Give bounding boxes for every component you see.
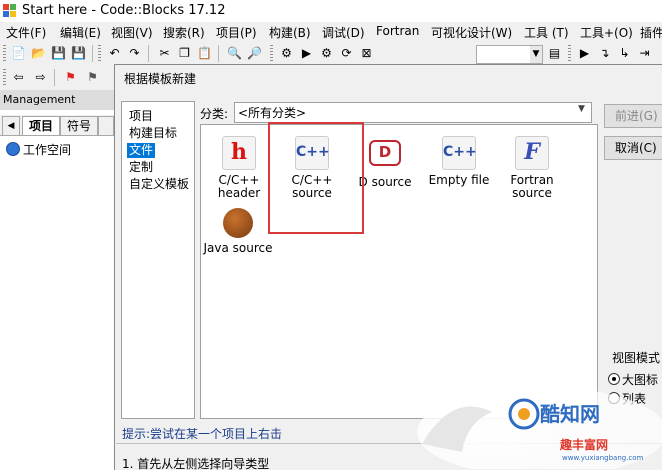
template-fortran-source[interactable]: F Fortran source (497, 136, 567, 200)
codeblocks-logo-icon (3, 4, 17, 18)
bookmark-icon[interactable]: ⚑ (62, 69, 79, 86)
workspace-tree-item[interactable]: 工作空间 (6, 141, 71, 158)
management-title: Management (3, 93, 76, 106)
tab-more[interactable] (98, 116, 114, 135)
next-button[interactable]: 前进(G) (604, 104, 662, 128)
tab-symbols[interactable]: 符号 (60, 116, 98, 135)
template-label-line1: Empty file (428, 173, 490, 187)
tab-projects[interactable]: 项目 (22, 116, 60, 135)
toolbar-grip[interactable] (270, 45, 273, 62)
paste-icon[interactable]: 📋 (196, 45, 213, 62)
build-run-icon[interactable]: ⚙ (318, 45, 335, 62)
abort-icon[interactable]: ⊠ (358, 45, 375, 62)
find-icon[interactable]: 🔍 (226, 45, 243, 62)
toolbar-separator (54, 69, 55, 86)
toolbar-grip[interactable] (568, 45, 571, 62)
new-file-icon[interactable]: 📄 (10, 45, 27, 62)
menu-build[interactable]: 构建(B) (269, 24, 311, 41)
chevron-down-icon[interactable]: ▼ (578, 104, 585, 114)
menu-bar: 文件(F) 编辑(E) 视图(V) 搜索(R) 项目(P) 构建(B) 调试(D… (0, 22, 662, 42)
menu-plugins[interactable]: 插件 (640, 24, 662, 41)
cut-icon[interactable]: ✂ (156, 45, 173, 62)
back-icon[interactable]: ⇦ (10, 69, 27, 86)
toolbar-combo[interactable] (476, 45, 532, 64)
template-label-line1: Java source (203, 241, 273, 255)
menu-tools-plus[interactable]: 工具+(O) (580, 24, 633, 41)
watermark-subtitle: 趣丰富网 (560, 438, 609, 452)
replace-icon[interactable]: 🔎 (246, 45, 263, 62)
open-icon[interactable]: 📂 (30, 45, 47, 62)
toolbar-separator (148, 45, 149, 62)
view-mode-label: 视图模式 (612, 351, 661, 365)
build-icon[interactable]: ⟳ (338, 45, 355, 62)
java-bean-icon (223, 208, 253, 238)
menu-fortran[interactable]: Fortran (376, 24, 419, 38)
template-cpp-header[interactable]: h C/C++ header (204, 136, 274, 200)
build-settings-icon[interactable]: ⚙ (278, 45, 295, 62)
copy-icon[interactable]: ❐ (176, 45, 193, 62)
toolbar-separator (218, 45, 219, 62)
d-source-icon: D (369, 140, 401, 166)
toolbar-grip[interactable] (98, 45, 101, 62)
template-label-line2: header (217, 186, 261, 200)
highlight-box (268, 122, 364, 234)
watermark-url: www.yuxiangbang.com (562, 454, 644, 462)
save-icon[interactable]: 💾 (50, 45, 67, 62)
category-list: 项目 构建目标 文件 定制 自定义模板 (121, 101, 195, 419)
menu-file[interactable]: 文件(F) (6, 24, 46, 41)
template-label-line2: source (512, 186, 552, 200)
forward-icon[interactable]: ⇨ (32, 69, 49, 86)
category-projects[interactable]: 项目 (127, 109, 155, 124)
bookmark-next-icon[interactable]: ⚑ (84, 69, 101, 86)
fortran-source-icon: F (515, 136, 549, 170)
window-title: Start here - Code::Blocks 17.12 (22, 3, 226, 18)
template-empty-file[interactable]: C++ Empty file (424, 136, 494, 187)
cancel-button[interactable]: 取消(C) (604, 136, 662, 160)
toolbar-grip[interactable] (3, 69, 6, 86)
dialog-hint: 提示:尝试在某一个项目上右击 (122, 427, 283, 441)
workspace-label: 工作空间 (23, 143, 72, 157)
menu-search[interactable]: 搜索(R) (163, 24, 205, 41)
menu-project[interactable]: 项目(P) (216, 24, 257, 41)
watermark-name: 酷知网 (540, 402, 600, 426)
category-select-value: <所有分类> (238, 106, 307, 120)
code-completion-icon[interactable]: ▤ (546, 45, 563, 62)
secondary-toolbar: ⇦ ⇨ ⚑ ⚑ (0, 66, 118, 90)
debug-next-icon[interactable]: ↴ (596, 45, 613, 62)
dialog-title: 根据模板新建 (124, 72, 197, 86)
toolbar-separator (92, 45, 93, 62)
save-all-icon[interactable]: 💾 (70, 45, 87, 62)
debug-step-out-icon[interactable]: ⇥ (636, 45, 653, 62)
redo-icon[interactable]: ↷ (126, 45, 143, 62)
toolbar-grip[interactable] (3, 45, 6, 62)
menu-edit[interactable]: 编辑(E) (60, 24, 101, 41)
menu-tools[interactable]: 工具 (T) (524, 24, 569, 41)
menu-view[interactable]: 视图(V) (111, 24, 153, 41)
category-build-targets[interactable]: 构建目标 (127, 126, 179, 141)
debug-run-icon[interactable]: ▶ (576, 45, 593, 62)
menu-debug[interactable]: 调试(D) (322, 24, 365, 41)
category-user-templates[interactable]: 自定义模板 (127, 177, 191, 192)
workspace-icon (6, 142, 20, 156)
header-file-icon: h (222, 136, 256, 170)
debug-step-icon[interactable]: ↳ (616, 45, 633, 62)
template-java-source[interactable]: Java source (202, 208, 274, 255)
run-icon[interactable]: ▶ (298, 45, 315, 62)
chevron-down-icon[interactable]: ▼ (530, 45, 543, 64)
tab-scroll-left-icon[interactable]: ◀ (2, 116, 20, 136)
wizard-description: 1. 首先从左侧选择向导类型 (122, 457, 270, 471)
category-custom[interactable]: 定制 (127, 160, 155, 175)
menu-visual-design[interactable]: 可视化设计(W) (431, 24, 512, 41)
category-label: 分类: (200, 107, 229, 121)
undo-icon[interactable]: ↶ (106, 45, 123, 62)
empty-file-icon: C++ (442, 136, 477, 170)
category-files[interactable]: 文件 (127, 143, 156, 158)
